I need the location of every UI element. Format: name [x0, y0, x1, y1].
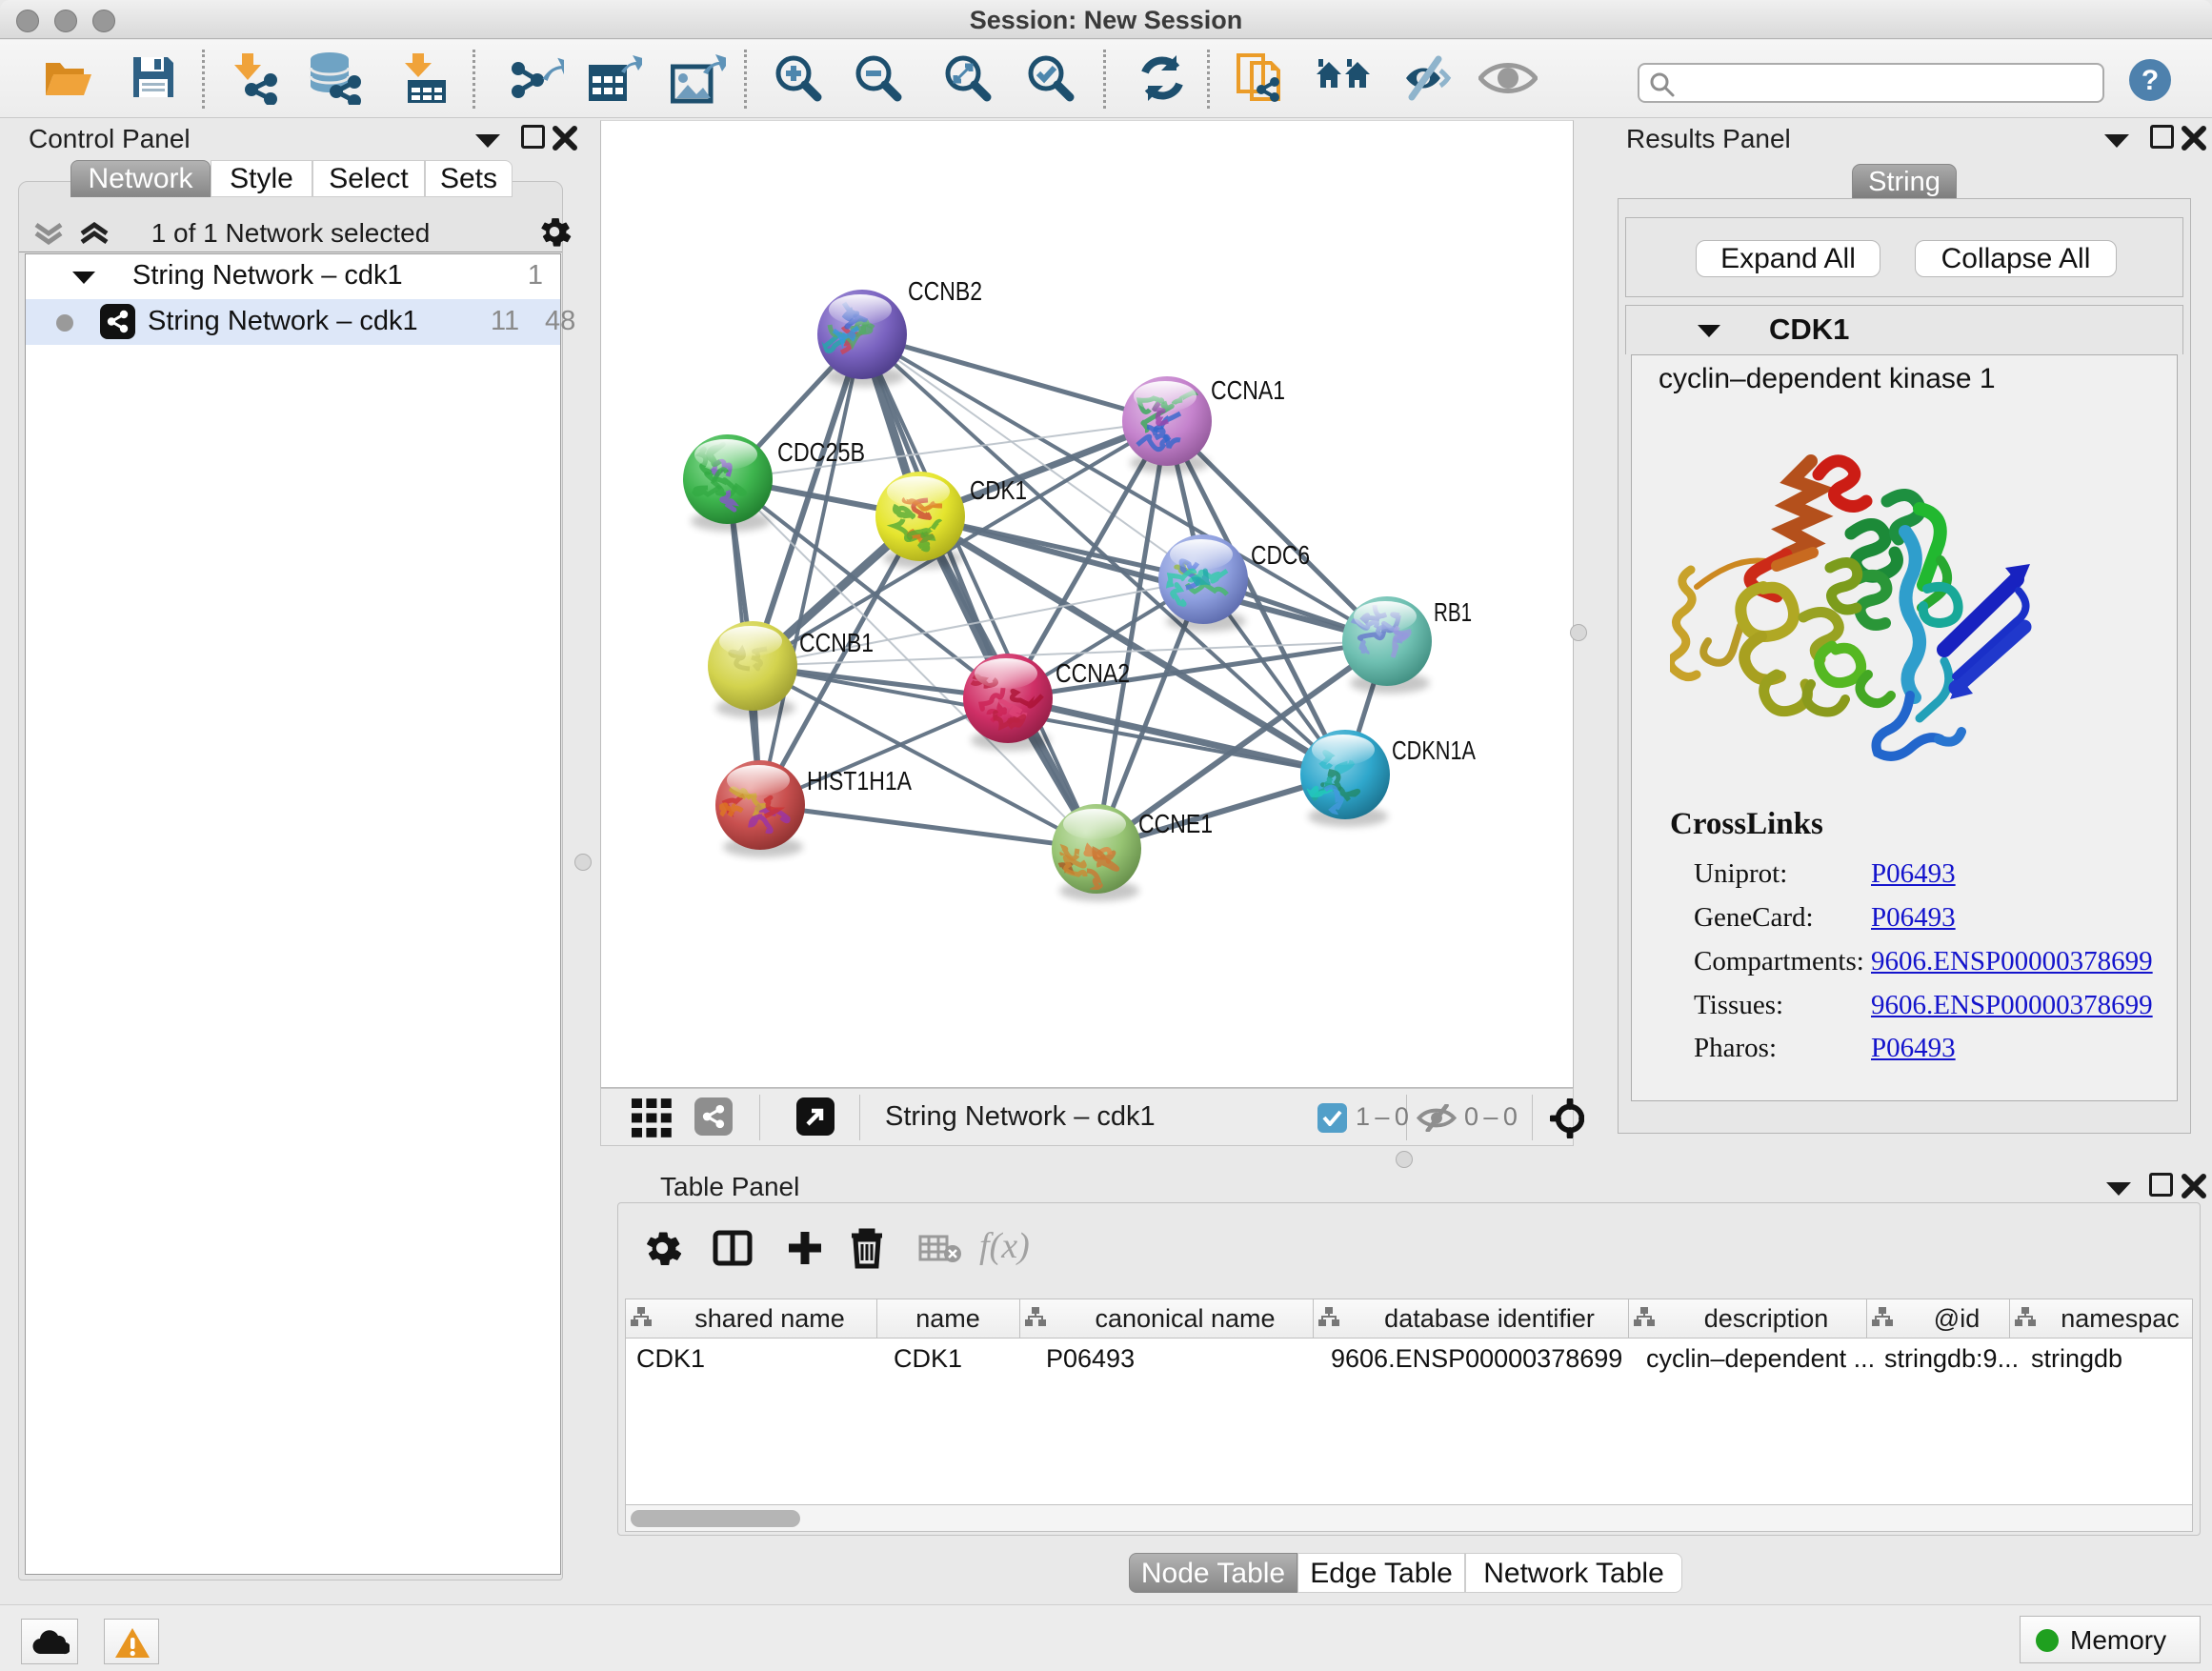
svg-text:?: ? [2142, 65, 2159, 96]
svg-text:RB1: RB1 [1434, 597, 1472, 627]
svg-text:CDC6: CDC6 [1251, 540, 1310, 570]
svg-text:CCNB2: CCNB2 [908, 276, 982, 306]
svg-text:CCNB1: CCNB1 [799, 628, 874, 657]
svg-text:CCNE1: CCNE1 [1138, 809, 1213, 838]
svg-text:CDC25B: CDC25B [777, 437, 865, 467]
svg-text:CDK1: CDK1 [970, 475, 1027, 505]
svg-text:CCNA2: CCNA2 [1056, 658, 1130, 688]
svg-text:HIST1H1A: HIST1H1A [807, 766, 912, 795]
svg-text:CDKN1A: CDKN1A [1392, 735, 1476, 765]
svg-text:CCNA1: CCNA1 [1211, 375, 1285, 405]
